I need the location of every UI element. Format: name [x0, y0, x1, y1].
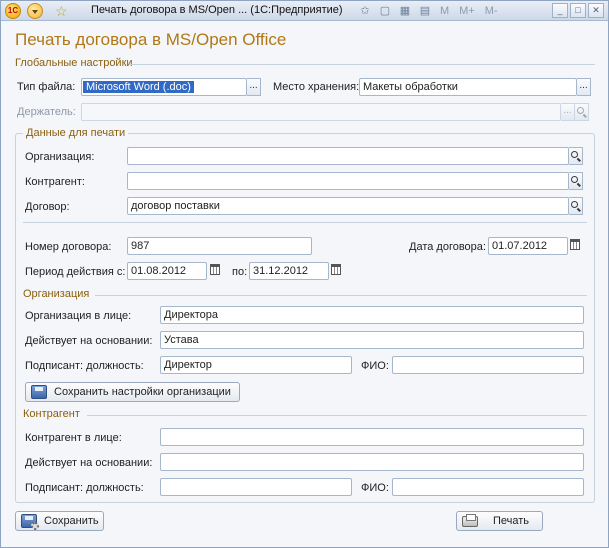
save-organization-settings-label: Сохранить настройки организации — [54, 386, 231, 398]
memory-mplus-button[interactable]: M+ — [456, 3, 478, 19]
counterparty-group-label: Контрагент — [23, 408, 80, 420]
form-window: 1C ☆ Печать договора в MS/Open ... (1С:П… — [0, 0, 609, 548]
holder-select-button[interactable]: ... — [561, 103, 575, 121]
print-data-group-label: Данные для печати — [23, 127, 129, 139]
divider — [95, 295, 587, 296]
cp-basis-field[interactable] — [160, 453, 584, 471]
search-icon — [571, 201, 578, 208]
organization-group-label: Организация — [23, 288, 90, 300]
counterparty-search-button[interactable] — [569, 172, 583, 190]
save-button[interactable]: Сохранить — [15, 511, 104, 531]
print-icon — [462, 514, 478, 527]
period-to-field[interactable]: 31.12.2012 — [249, 262, 329, 280]
calculator-icon[interactable]: ▦ — [397, 3, 413, 19]
contract-label: Договор: — [25, 201, 70, 213]
storage-field[interactable]: Макеты обработки — [359, 78, 577, 96]
contract-search-button[interactable] — [569, 197, 583, 215]
app-logo-icon[interactable]: 1C — [5, 3, 21, 19]
print-button[interactable]: Печать — [456, 511, 543, 531]
maximize-button[interactable]: □ — [570, 3, 586, 18]
org-basis-label: Действует на основании: — [25, 335, 153, 347]
memory-m-button[interactable]: M — [437, 3, 452, 19]
file-type-label: Тип файла: — [17, 81, 76, 93]
org-in-person-label: Организация в лице: — [25, 310, 132, 322]
period-from-calendar-button[interactable] — [208, 262, 222, 280]
cp-in-person-label: Контрагент в лице: — [25, 432, 122, 444]
file-type-field[interactable]: Microsoft Word (.doc) — [81, 78, 247, 96]
counterparty-label: Контрагент: — [25, 176, 85, 188]
period-from-field[interactable]: 01.08.2012 — [127, 262, 207, 280]
period-to-calendar-button[interactable] — [329, 262, 343, 280]
contract-date-label: Дата договора: — [409, 241, 486, 253]
gear-icon — [31, 522, 39, 530]
global-settings-group-label: Глобальные настройки — [15, 57, 133, 69]
save-icon — [31, 385, 47, 399]
contract-number-label: Номер договора: — [25, 241, 112, 253]
menu-dropdown-icon[interactable] — [27, 3, 43, 19]
holder-field[interactable] — [81, 103, 561, 121]
organization-search-button[interactable] — [569, 147, 583, 165]
file-type-select-button[interactable]: ... — [247, 78, 261, 96]
contract-number-field[interactable]: 987 — [127, 237, 312, 255]
period-from-label: Период действия с: — [25, 266, 126, 278]
cp-basis-label: Действует на основании: — [25, 457, 153, 469]
storage-select-button[interactable]: ... — [577, 78, 591, 96]
calendar-tool-icon[interactable]: ▤ — [417, 3, 433, 19]
cp-in-person-field[interactable] — [160, 428, 584, 446]
period-to-label: по: — [232, 266, 248, 278]
print-button-label: Печать — [493, 515, 530, 527]
title-toolbar: ✩ ▢ ▦ ▤ M M+ M- — [357, 3, 501, 19]
close-button[interactable]: ✕ — [588, 3, 604, 18]
save-icon — [21, 514, 39, 530]
cp-signer-name-field[interactable] — [392, 478, 584, 496]
org-signer-name-field[interactable] — [392, 356, 584, 374]
calendar-icon — [210, 264, 220, 275]
cp-signer-name-label: ФИО: — [361, 482, 389, 494]
contract-date-field[interactable]: 01.07.2012 — [488, 237, 568, 255]
contract-date-calendar-button[interactable] — [568, 237, 582, 255]
calendar-icon — [331, 264, 341, 275]
copy-icon[interactable]: ▢ — [377, 3, 393, 19]
divider — [129, 64, 595, 65]
title-bar: 1C ☆ Печать договора в MS/Open ... (1С:П… — [1, 1, 608, 21]
org-in-person-field[interactable]: Директора — [160, 306, 584, 324]
organization-label: Организация: — [25, 151, 95, 163]
organization-field[interactable] — [127, 147, 569, 165]
calendar-icon — [570, 239, 580, 250]
counterparty-field[interactable] — [127, 172, 569, 190]
org-basis-field[interactable]: Устава — [160, 331, 584, 349]
memory-mminus-button[interactable]: M- — [482, 3, 501, 19]
search-icon — [577, 107, 584, 114]
save-button-label: Сохранить — [44, 515, 99, 527]
divider — [23, 222, 587, 223]
contract-field[interactable]: договор поставки — [127, 197, 569, 215]
save-organization-settings-button[interactable]: Сохранить настройки организации — [25, 382, 240, 402]
storage-label: Место хранения: — [273, 81, 360, 93]
cp-signer-position-label: Подписант: должность: — [25, 482, 144, 494]
window-controls: _ □ ✕ — [552, 3, 604, 18]
file-type-value: Microsoft Word (.doc) — [83, 81, 194, 93]
favorite-star-icon[interactable]: ☆ — [55, 3, 71, 19]
holder-label: Держатель: — [17, 106, 76, 118]
org-signer-name-label: ФИО: — [361, 360, 389, 372]
search-icon — [571, 151, 578, 158]
org-signer-position-field[interactable]: Директор — [160, 356, 352, 374]
holder-search-button[interactable] — [575, 103, 589, 121]
favorites-add-icon[interactable]: ✩ — [357, 3, 373, 19]
divider — [87, 415, 587, 416]
form-title: Печать договора в MS/Open Office — [15, 30, 287, 49]
cp-signer-position-field[interactable] — [160, 478, 352, 496]
org-signer-position-label: Подписант: должность: — [25, 360, 144, 372]
minimize-button[interactable]: _ — [552, 3, 568, 18]
search-icon — [571, 176, 578, 183]
window-title: Печать договора в MS/Open ... (1С:Предпр… — [91, 4, 343, 16]
